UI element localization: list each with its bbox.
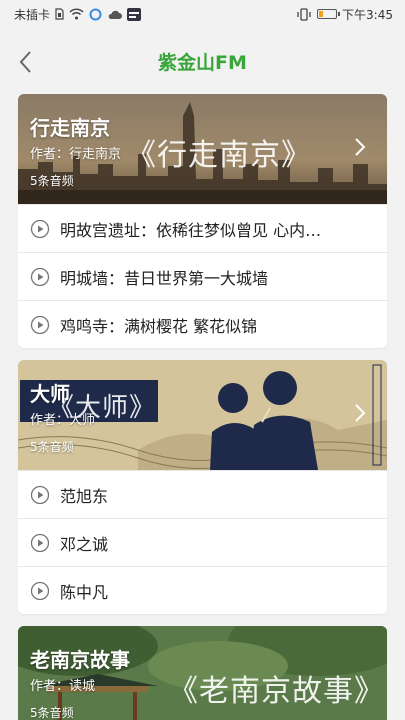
banner-art-text: 《老南京故事》 — [168, 674, 385, 709]
list-item-label: 明城墙：昔日世界第一大城墙 — [60, 268, 269, 288]
list-item[interactable]: 邓之诚 — [18, 518, 387, 566]
nav-bar: 紫金山FM — [0, 28, 405, 94]
sim-card-icon — [55, 7, 64, 21]
play-icon — [30, 485, 50, 504]
list-item[interactable]: 鸡鸣寺：满树樱花 繁花似锦 — [18, 300, 387, 348]
banner-art-text: 《行走南京》 — [126, 138, 312, 173]
section-banner[interactable]: 《大师》 大师 作者：大师 5条音频 — [18, 360, 387, 470]
play-icon — [30, 533, 50, 552]
list-item-label: 邓之诚 — [60, 534, 109, 554]
list-item-label: 鸡鸣寺：满树樱花 繁花似锦 — [60, 316, 258, 336]
list-item-label: 明故宫遗址：依稀往梦似曾见 心内… — [60, 220, 322, 240]
chevron-left-icon — [19, 51, 31, 73]
battery-icon — [317, 9, 341, 19]
page-title: 紫金山FM — [158, 51, 247, 74]
status-time: 下午3:45 — [342, 7, 393, 22]
play-icon — [30, 267, 50, 286]
status-left: 未插卡 — [14, 6, 142, 23]
chevron-right-icon — [355, 138, 366, 156]
list-item[interactable]: 陈中凡 — [18, 566, 387, 614]
data-saver-icon — [89, 7, 102, 21]
section-banner[interactable]: 《行走南京》 行走南京 作者：行走南京 5条音频 — [18, 94, 387, 204]
play-icon — [30, 219, 50, 238]
chevron-right-icon — [355, 404, 366, 422]
wifi-icon — [69, 7, 84, 21]
cloud-icon — [107, 7, 123, 21]
play-icon — [30, 315, 50, 334]
section-count: 5条音频 — [30, 706, 74, 720]
section-count: 5条音频 — [30, 174, 74, 188]
section-card-walking-nanjing: 《行走南京》 行走南京 作者：行走南京 5条音频 明故宫遗址：依稀往梦似曾见 心… — [18, 94, 387, 348]
section-title: 大师 — [30, 382, 70, 406]
notification-app-icon — [127, 7, 142, 21]
play-icon — [30, 581, 50, 600]
section-author: 作者：行走南京 — [30, 147, 122, 162]
section-card-masters: 《大师》 大师 作者：大师 5条音频 范旭东 邓之诚 陈中凡 — [18, 360, 387, 614]
section-banner[interactable]: 《老南京故事》 老南京故事 作者：读城 5条音频 — [18, 626, 387, 720]
section-count: 5条音频 — [30, 440, 74, 454]
list-item-label: 范旭东 — [60, 486, 109, 506]
back-button[interactable] — [12, 48, 40, 76]
status-right: 下午3:45 — [296, 6, 393, 23]
list-item[interactable]: 范旭东 — [18, 470, 387, 518]
carrier-text: 未插卡 — [14, 7, 51, 22]
section-title: 行走南京 — [30, 116, 110, 140]
list-item[interactable]: 明故宫遗址：依稀往梦似曾见 心内… — [18, 204, 387, 252]
status-bar: 未插卡 下午3:45 — [0, 0, 405, 28]
section-author: 作者：大师 — [30, 413, 96, 428]
section-title: 老南京故事 — [30, 648, 130, 672]
section-author: 作者：读城 — [30, 679, 96, 694]
list-item-label: 陈中凡 — [60, 582, 109, 602]
vibrate-icon — [296, 7, 312, 21]
list-item[interactable]: 明城墙：昔日世界第一大城墙 — [18, 252, 387, 300]
section-card-old-nanjing: 《老南京故事》 老南京故事 作者：读城 5条音频 — [18, 626, 387, 720]
